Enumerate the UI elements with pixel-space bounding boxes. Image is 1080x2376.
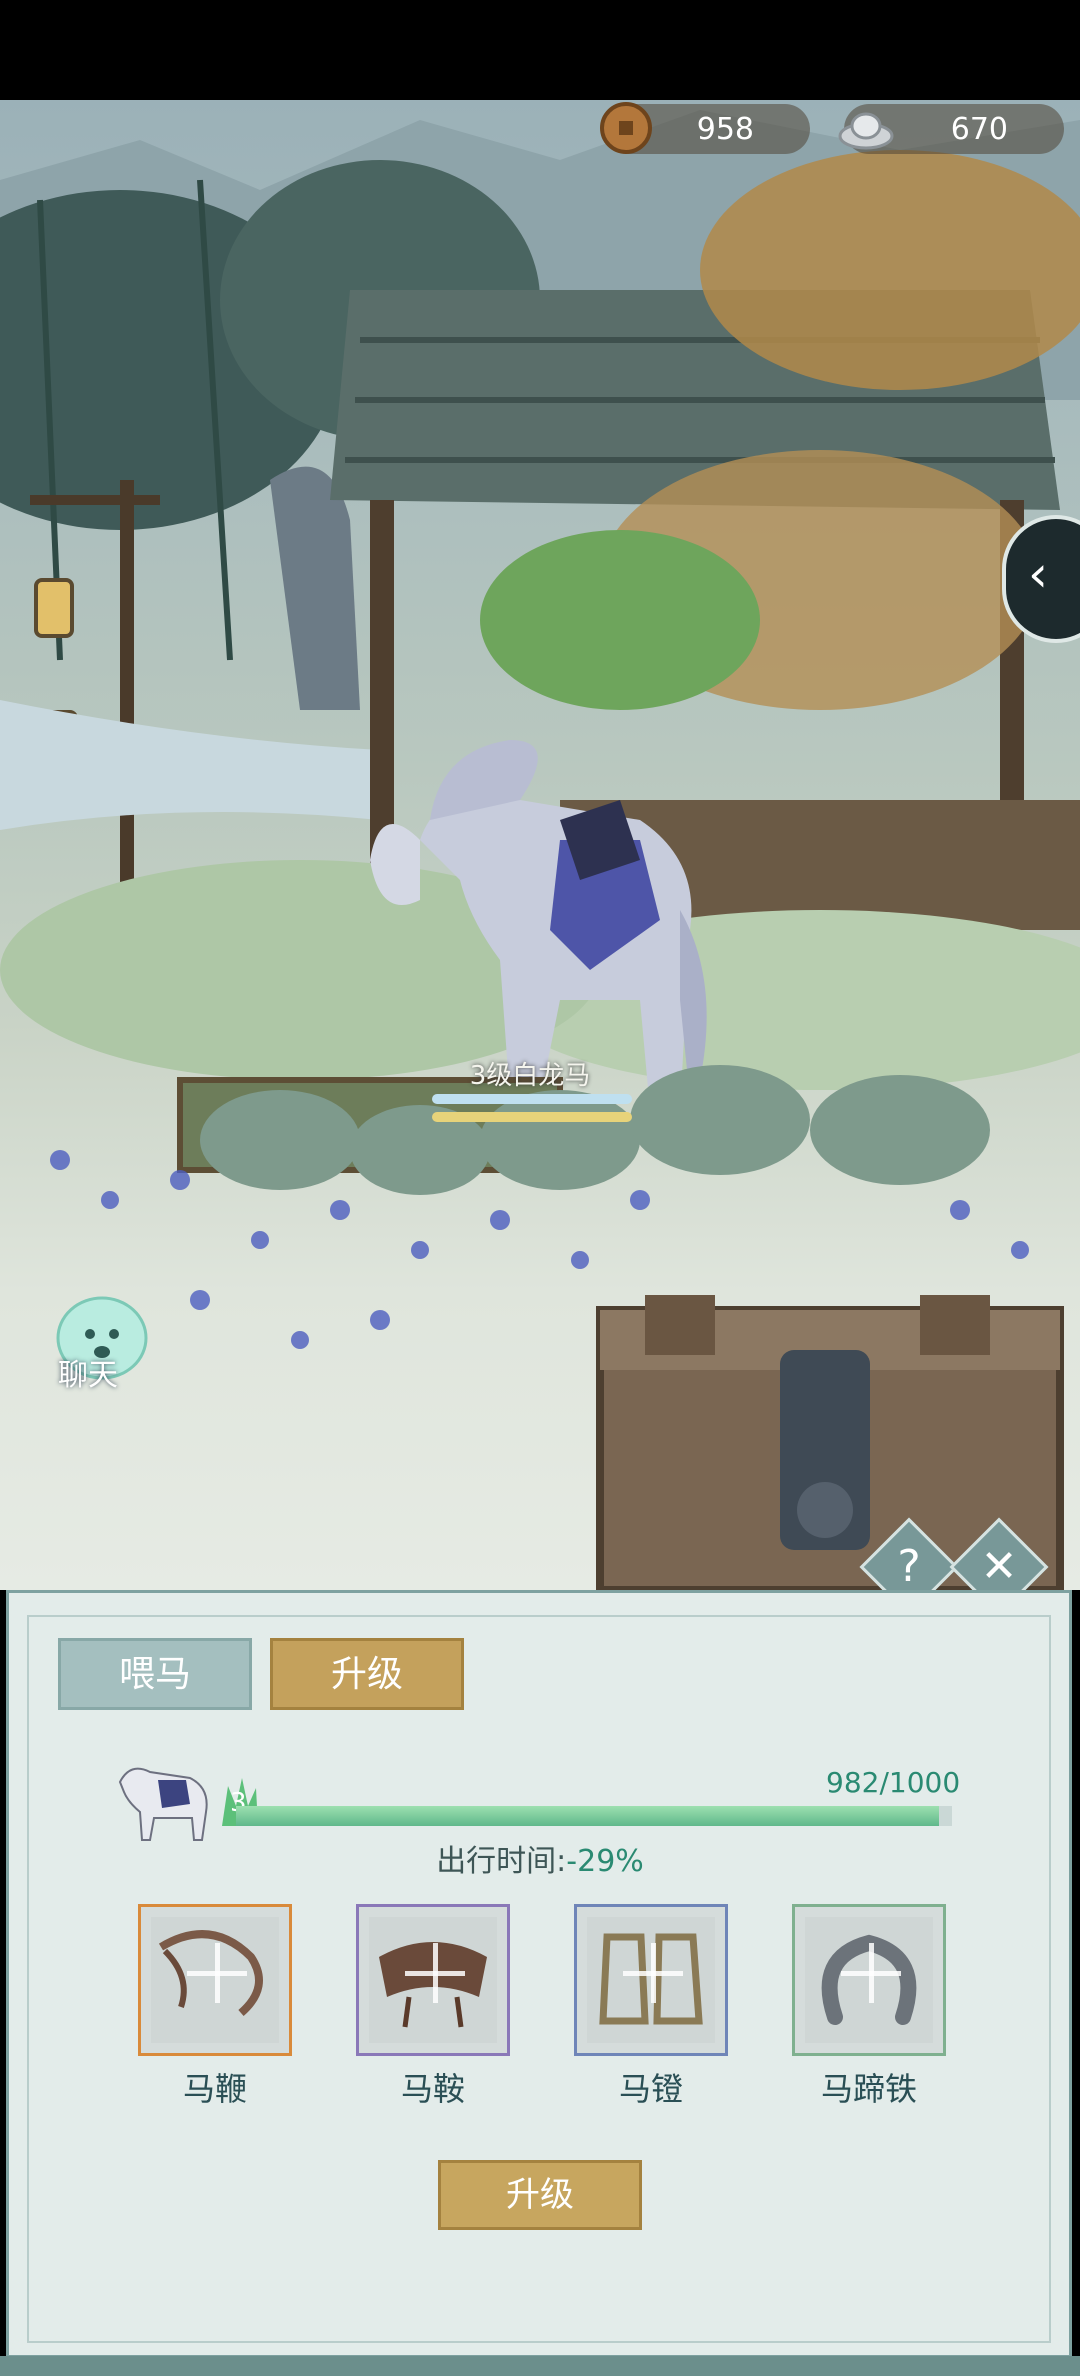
chevron-left-icon: ‹ — [1028, 545, 1048, 603]
copper-value: 958 — [696, 112, 754, 147]
bottom-frame — [0, 2356, 1080, 2376]
tab-feed-horse[interactable]: 喂马 — [58, 1638, 252, 1710]
add-plus-icon — [405, 1943, 465, 2003]
chat-label[interactable]: 聊天 — [58, 1350, 118, 1394]
slot-whip[interactable] — [138, 1904, 292, 2056]
travel-time: 出行时间:-29% — [0, 1836, 1080, 1880]
upgrade-button[interactable]: 升级 — [438, 2160, 642, 2230]
silver-currency: 670 — [838, 104, 1064, 154]
slot-stirrup[interactable] — [574, 1904, 728, 2056]
game-scene[interactable] — [0, 100, 1080, 1590]
status-bar — [0, 0, 1080, 100]
xp-progress-bar — [236, 1806, 952, 1826]
slot-horseshoe[interactable] — [792, 1904, 946, 2056]
slot-label-whip: 马鞭 — [182, 2070, 247, 2108]
slot-label-saddle: 马鞍 — [400, 2070, 465, 2108]
silver-ingot-icon — [838, 112, 894, 150]
horse-bar-blue — [432, 1094, 632, 1104]
travel-time-label: 出行时间: — [436, 1844, 567, 1879]
copper-coin-icon — [600, 102, 652, 154]
copper-currency: 958 — [600, 102, 810, 154]
xp-text: 982/1000 — [826, 1766, 961, 1799]
scene-artwork — [0, 110, 1080, 1590]
horse-status-bars — [432, 1094, 632, 1122]
tab-upgrade[interactable]: 升级 — [270, 1638, 464, 1710]
horse-name-label: 3级白龙马 — [469, 1061, 591, 1091]
add-plus-icon — [623, 1943, 683, 2003]
travel-time-value: -29% — [566, 1844, 644, 1879]
add-plus-icon — [841, 1943, 901, 2003]
slot-saddle[interactable] — [356, 1904, 510, 2056]
add-plus-icon — [187, 1943, 247, 2003]
silver-value: 670 — [950, 112, 1008, 147]
slot-label-horseshoe: 马蹄铁 — [820, 2070, 917, 2108]
horse-bar-yellow — [432, 1112, 632, 1122]
horse-thumbnail-icon — [118, 1767, 208, 1841]
xp-progress-fill — [236, 1806, 940, 1826]
slot-label-stirrup: 马镫 — [618, 2070, 683, 2108]
